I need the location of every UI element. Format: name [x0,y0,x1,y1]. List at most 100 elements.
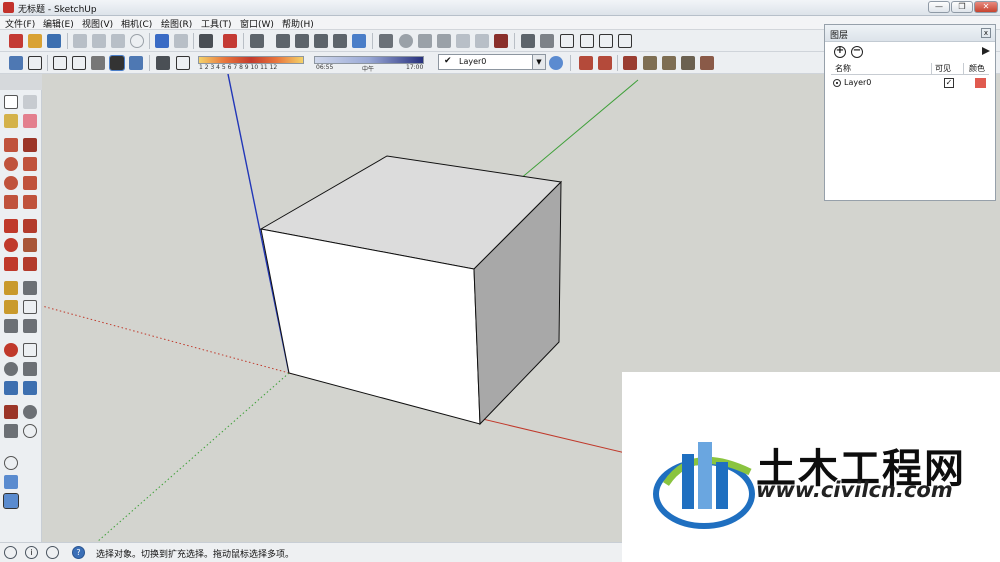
camera-back-icon[interactable] [333,34,347,48]
chevron-down-icon[interactable]: ▼ [532,55,545,69]
scale-icon[interactable] [4,257,18,271]
camera-right-icon[interactable] [314,34,328,48]
select-arrow-icon[interactable] [4,95,18,109]
follow-me-icon[interactable] [23,238,37,252]
pan-tool-icon[interactable] [23,343,37,357]
line-icon[interactable] [23,138,37,152]
redo-icon[interactable] [174,34,188,48]
move-icon[interactable] [4,219,18,233]
camera-left-icon[interactable] [352,34,366,48]
monochrome-icon[interactable] [109,55,125,71]
xray-icon[interactable] [494,34,508,48]
fog-icon[interactable] [176,56,190,70]
camera-iso-icon[interactable] [250,34,264,48]
shaded-icon[interactable] [72,56,86,70]
extension-icon[interactable] [618,34,632,48]
share-icon[interactable] [599,34,613,48]
two-point-arc-icon[interactable] [4,195,18,209]
polygon-icon[interactable] [4,176,18,190]
display-style-icon[interactable] [129,56,143,70]
menu-window[interactable]: 窗口(W) [240,17,274,30]
undo-icon[interactable] [155,34,169,48]
rotate-icon[interactable] [4,238,18,252]
shaded-textures-icon[interactable] [91,56,105,70]
eraser-icon[interactable] [23,114,37,128]
text-icon[interactable] [23,300,37,314]
sandbox-scratch-icon[interactable] [598,56,612,70]
make-component-icon[interactable] [23,95,37,109]
layer-visible-checkbox[interactable]: ✓ [944,78,954,88]
dimension-icon[interactable] [23,281,37,295]
column-visible[interactable]: 可见 [935,63,951,74]
zoom-extents-icon[interactable] [4,381,18,395]
maximize-button[interactable]: ❐ [951,1,973,13]
geo-location-icon[interactable] [4,546,17,559]
protractor-icon[interactable] [4,300,18,314]
copy-icon[interactable] [92,34,106,48]
orbit-icon[interactable] [399,34,413,48]
freehand-icon[interactable] [23,157,37,171]
previous-view-icon[interactable] [23,381,37,395]
flip-edge-icon[interactable] [700,56,714,70]
stamp-icon[interactable] [643,56,657,70]
layer-row[interactable]: Layer0 ✓ [831,77,989,89]
zoom-window-icon[interactable] [23,362,37,376]
details-arrow-icon[interactable] [981,46,991,56]
delete-layer-button[interactable]: − [851,46,863,58]
zoom-icon[interactable] [4,362,18,376]
model-info-icon[interactable] [223,34,237,48]
push-pull-icon[interactable] [23,219,37,233]
position-camera-icon[interactable] [4,405,18,419]
menu-draw[interactable]: 绘图(R) [161,17,192,30]
menu-camera[interactable]: 相机(C) [121,17,152,30]
xray-style-icon[interactable] [9,56,23,70]
tape-measure-icon[interactable] [4,281,18,295]
menu-help[interactable]: 帮助(H) [282,17,314,30]
toggle-terrain-icon[interactable] [3,493,19,509]
section-display-icon[interactable] [475,34,489,48]
orbit-tool-icon[interactable] [4,343,18,357]
menu-file[interactable]: 文件(F) [5,17,35,30]
sandbox-contours-icon[interactable] [579,56,593,70]
close-button[interactable]: ✕ [974,1,998,13]
pie-icon[interactable] [23,195,37,209]
layer-manager-icon[interactable] [549,56,563,70]
open-icon[interactable] [28,34,42,48]
time-slider[interactable] [314,56,424,64]
walk-tool-icon[interactable] [4,424,18,438]
tape-icon[interactable] [379,34,393,48]
camera-front-icon[interactable] [295,34,309,48]
credits-icon[interactable]: i [25,546,38,559]
add-layer-button[interactable]: + [834,46,846,58]
look-around-icon[interactable] [23,405,37,419]
section-icon[interactable] [456,34,470,48]
print-icon[interactable] [199,34,213,48]
add-detail-icon[interactable] [681,56,695,70]
hidden-line-icon[interactable] [53,56,67,70]
pan-icon[interactable] [418,34,432,48]
camera-top-icon[interactable] [276,34,290,48]
menu-tools[interactable]: 工具(T) [201,17,232,30]
section-plane-icon[interactable] [23,424,37,438]
components-icon[interactable] [521,34,535,48]
offset-icon[interactable] [23,257,37,271]
arc-icon[interactable] [23,176,37,190]
rectangle-icon[interactable] [4,138,18,152]
smoove-icon[interactable] [623,56,637,70]
house-icon[interactable] [560,34,574,48]
warehouse-icon[interactable] [580,34,594,48]
minimize-button[interactable]: — [928,1,950,13]
shadow-settings-icon[interactable] [156,56,170,70]
user-icon[interactable] [46,546,59,559]
layers-panel-close-button[interactable]: x [981,28,991,38]
materials-icon[interactable] [540,34,554,48]
add-location-icon[interactable] [4,456,18,470]
column-color[interactable]: 颜色 [969,63,985,74]
paint-bucket-icon[interactable] [4,114,18,128]
column-name[interactable]: 名称 [835,63,851,74]
help-icon[interactable]: ? [72,546,85,559]
menu-edit[interactable]: 编辑(E) [43,17,74,30]
layer-color-swatch[interactable] [975,78,986,88]
layer-dropdown[interactable]: ✔ Layer0 ▼ [438,54,546,70]
wireframe-icon[interactable] [28,56,42,70]
